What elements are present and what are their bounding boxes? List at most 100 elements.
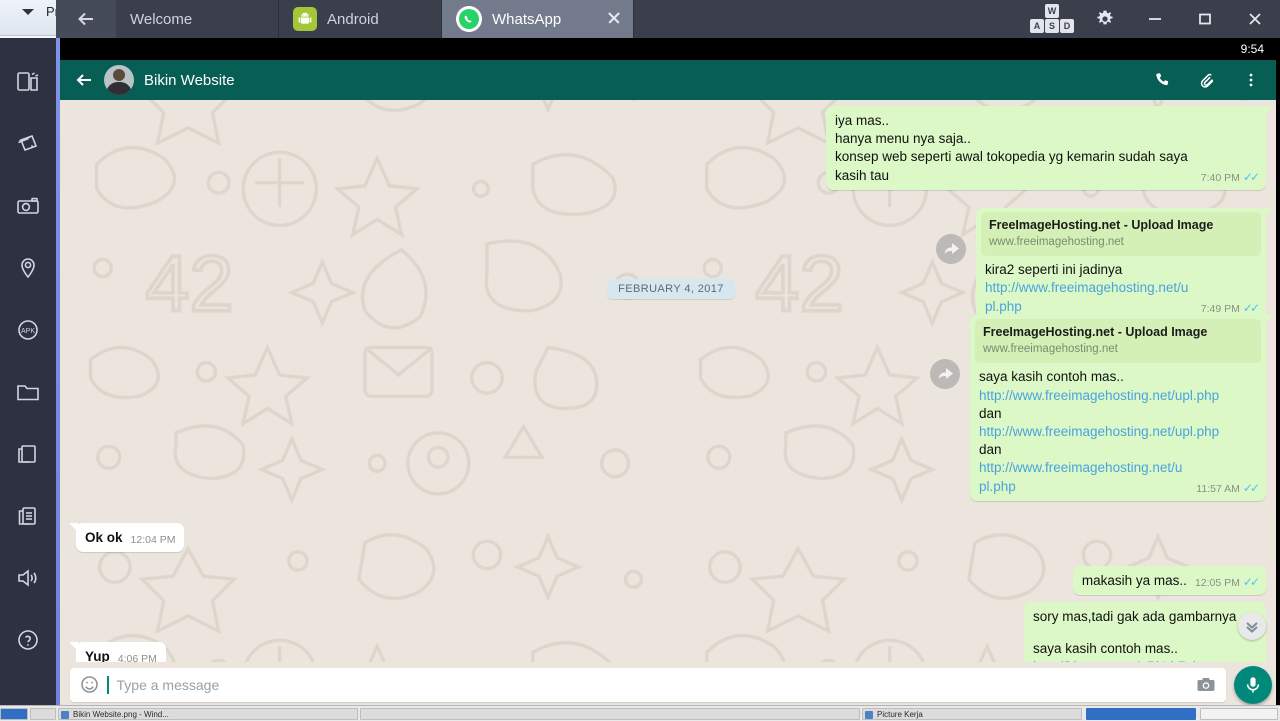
volume-icon[interactable] bbox=[8, 552, 48, 604]
taskbar-item[interactable]: Picture Kerja bbox=[862, 708, 1082, 720]
emoji-icon[interactable] bbox=[80, 675, 99, 694]
message-link[interactable]: http://www.freeimagehosting.net/upl.php bbox=[979, 423, 1257, 441]
message-row[interactable]: FreeImageHosting.net - Upload Image www.… bbox=[76, 207, 1273, 321]
taskbar-quicklaunch[interactable] bbox=[30, 708, 56, 720]
close-button[interactable] bbox=[1230, 0, 1280, 38]
tab-android[interactable]: Android bbox=[279, 0, 442, 38]
taskbar-item[interactable]: Bikin Website.png - Wind... bbox=[58, 708, 358, 720]
avatar-head bbox=[113, 69, 125, 81]
message-line: iya mas.. bbox=[835, 113, 890, 128]
back-button[interactable] bbox=[56, 0, 116, 38]
tab-welcome[interactable]: Welcome bbox=[116, 0, 279, 38]
message-input[interactable]: Type a message bbox=[117, 677, 1189, 693]
message-meta: 12:05 PM ✓✓ bbox=[1195, 574, 1260, 590]
minimize-button[interactable] bbox=[1130, 0, 1180, 38]
clipboard-icon[interactable] bbox=[8, 490, 48, 542]
scroll-to-bottom-button[interactable] bbox=[1238, 612, 1266, 640]
camera-icon[interactable] bbox=[1196, 675, 1216, 695]
key-a: A bbox=[1030, 19, 1044, 33]
rotate-screen-icon[interactable] bbox=[8, 56, 48, 108]
message-row[interactable]: Ok ok 12:04 PM bbox=[68, 522, 1266, 553]
read-receipt-icon: ✓✓ bbox=[1242, 575, 1260, 590]
message-meta: 7:49 PM ✓✓ bbox=[1200, 300, 1260, 316]
whatsapp-icon bbox=[456, 6, 482, 32]
taskbar-start[interactable] bbox=[0, 708, 28, 720]
forward-button[interactable] bbox=[936, 233, 966, 264]
message-bubble-outgoing[interactable]: makasih ya mas.. 12:05 PM ✓✓ bbox=[1072, 566, 1266, 596]
taskbar-tray[interactable] bbox=[1200, 708, 1278, 720]
apk-install-icon[interactable]: APK bbox=[8, 304, 48, 356]
copy-to-pc-icon[interactable] bbox=[8, 428, 48, 480]
android-icon bbox=[293, 7, 317, 31]
overflow-menu-icon[interactable] bbox=[1234, 71, 1268, 89]
message-time: 7:49 PM bbox=[1200, 302, 1240, 315]
message-time: 7:40 PM bbox=[1200, 171, 1240, 184]
taskbar-item[interactable] bbox=[1086, 708, 1196, 720]
chat-back-icon[interactable] bbox=[74, 70, 94, 90]
message-bubble-outgoing[interactable]: iya mas.. hanya menu nya saja.. konsep w… bbox=[826, 106, 1273, 190]
link-preview[interactable]: FreeImageHosting.net - Upload Image www.… bbox=[981, 211, 1261, 257]
emulator-tool-rail: APK bbox=[0, 38, 56, 707]
tab-whatsapp[interactable]: WhatsApp bbox=[442, 0, 634, 38]
contact-name[interactable]: Bikin Website bbox=[144, 72, 1136, 89]
android-status-bar: 9:54 bbox=[60, 38, 1280, 60]
message-row[interactable]: makasih ya mas.. 12:05 PM ✓✓ bbox=[76, 566, 1266, 596]
taskbar-item-icon bbox=[61, 711, 69, 719]
message-link[interactable]: http://www.freeimagehosting.net/upl.php bbox=[979, 459, 1188, 495]
tab-android-label: Android bbox=[327, 10, 379, 28]
key-s: S bbox=[1045, 19, 1059, 33]
message-meta: 11:57 AM ✓✓ bbox=[1196, 480, 1260, 496]
location-pin-icon[interactable] bbox=[8, 242, 48, 294]
link-preview[interactable]: FreeImageHosting.net - Upload Image www.… bbox=[975, 318, 1261, 364]
message-meta: 7:40 PM ✓✓ bbox=[1200, 169, 1260, 185]
message-line: dan bbox=[979, 442, 1002, 458]
message-line: hanya menu nya saja.. bbox=[835, 131, 971, 147]
message-link[interactable]: http://www.freeimagehosting.net/upl.php bbox=[985, 279, 1193, 315]
message-row[interactable]: FreeImageHosting.net - Upload Image www.… bbox=[76, 314, 1273, 501]
message-line: sory mas,tadi gak ada gambarnya bbox=[1033, 609, 1237, 625]
screenshot-camera-icon[interactable] bbox=[8, 180, 48, 232]
message-row[interactable]: Yup 4:06 PM bbox=[69, 642, 166, 662]
message-row[interactable]: sory mas,tadi gak ada gambarnya saya kas… bbox=[76, 602, 1266, 662]
file-folder-icon[interactable] bbox=[8, 366, 48, 418]
read-receipt-icon: ✓✓ bbox=[1242, 169, 1260, 184]
link-preview-title: FreeImageHosting.net - Upload Image bbox=[983, 324, 1208, 339]
chat-message-area[interactable]: 42 bbox=[60, 100, 1280, 662]
tab-whatsapp-label: WhatsApp bbox=[492, 10, 562, 28]
forward-button[interactable] bbox=[930, 358, 960, 389]
avatar[interactable] bbox=[104, 65, 134, 95]
message-bubble-incoming[interactable]: Yup 4:06 PM bbox=[69, 642, 166, 662]
emulator-window: APK Welcome Android WhatsApp W A S D 9:5… bbox=[0, 0, 1280, 707]
taskbar-item-label: Bikin Website.png - Wind... bbox=[73, 710, 169, 719]
android-screen: 9:54 Bikin Website iya mas.. hanya menu … bbox=[60, 38, 1280, 707]
link-preview-url: www.freeimagehosting.net bbox=[989, 235, 1124, 248]
message-row[interactable]: iya mas.. hanya menu nya saja.. konsep w… bbox=[76, 106, 1273, 190]
message-composer: Type a message bbox=[60, 662, 1280, 707]
message-time: 12:04 PM bbox=[130, 533, 176, 546]
message-bubble-outgoing[interactable]: FreeImageHosting.net - Upload Image www.… bbox=[970, 314, 1273, 501]
message-bubble-incoming[interactable]: Ok ok 12:04 PM bbox=[68, 522, 185, 553]
taskbar-item-icon bbox=[865, 711, 873, 719]
taskbar-item[interactable] bbox=[360, 708, 860, 720]
svg-text:APK: APK bbox=[21, 328, 35, 335]
message-link[interactable]: http://www.freeimagehosting.net/upl.php bbox=[979, 387, 1257, 405]
keymapping-button[interactable]: W A S D bbox=[1024, 0, 1080, 38]
maximize-button[interactable] bbox=[1180, 0, 1230, 38]
message-input-wrapper[interactable]: Type a message bbox=[70, 667, 1226, 702]
mic-button[interactable] bbox=[1234, 665, 1272, 704]
shake-cards-icon[interactable] bbox=[8, 118, 48, 170]
message-bubble-outgoing[interactable]: sory mas,tadi gak ada gambarnya saya kas… bbox=[1024, 602, 1266, 662]
message-bubble-outgoing[interactable]: FreeImageHosting.net - Upload Image www.… bbox=[976, 207, 1273, 321]
taskbar-item-label: Picture Kerja bbox=[877, 710, 923, 719]
attachment-icon[interactable] bbox=[1190, 71, 1224, 89]
close-icon[interactable] bbox=[607, 11, 621, 25]
help-icon[interactable] bbox=[8, 614, 48, 666]
message-list: iya mas.. hanya menu nya saja.. konsep w… bbox=[60, 100, 1280, 662]
windows-taskbar[interactable]: Bikin Website.png - Wind... Picture Kerj… bbox=[0, 705, 1280, 721]
tab-welcome-label: Welcome bbox=[130, 10, 193, 28]
gear-icon[interactable] bbox=[1080, 0, 1130, 38]
call-icon[interactable] bbox=[1146, 71, 1180, 89]
